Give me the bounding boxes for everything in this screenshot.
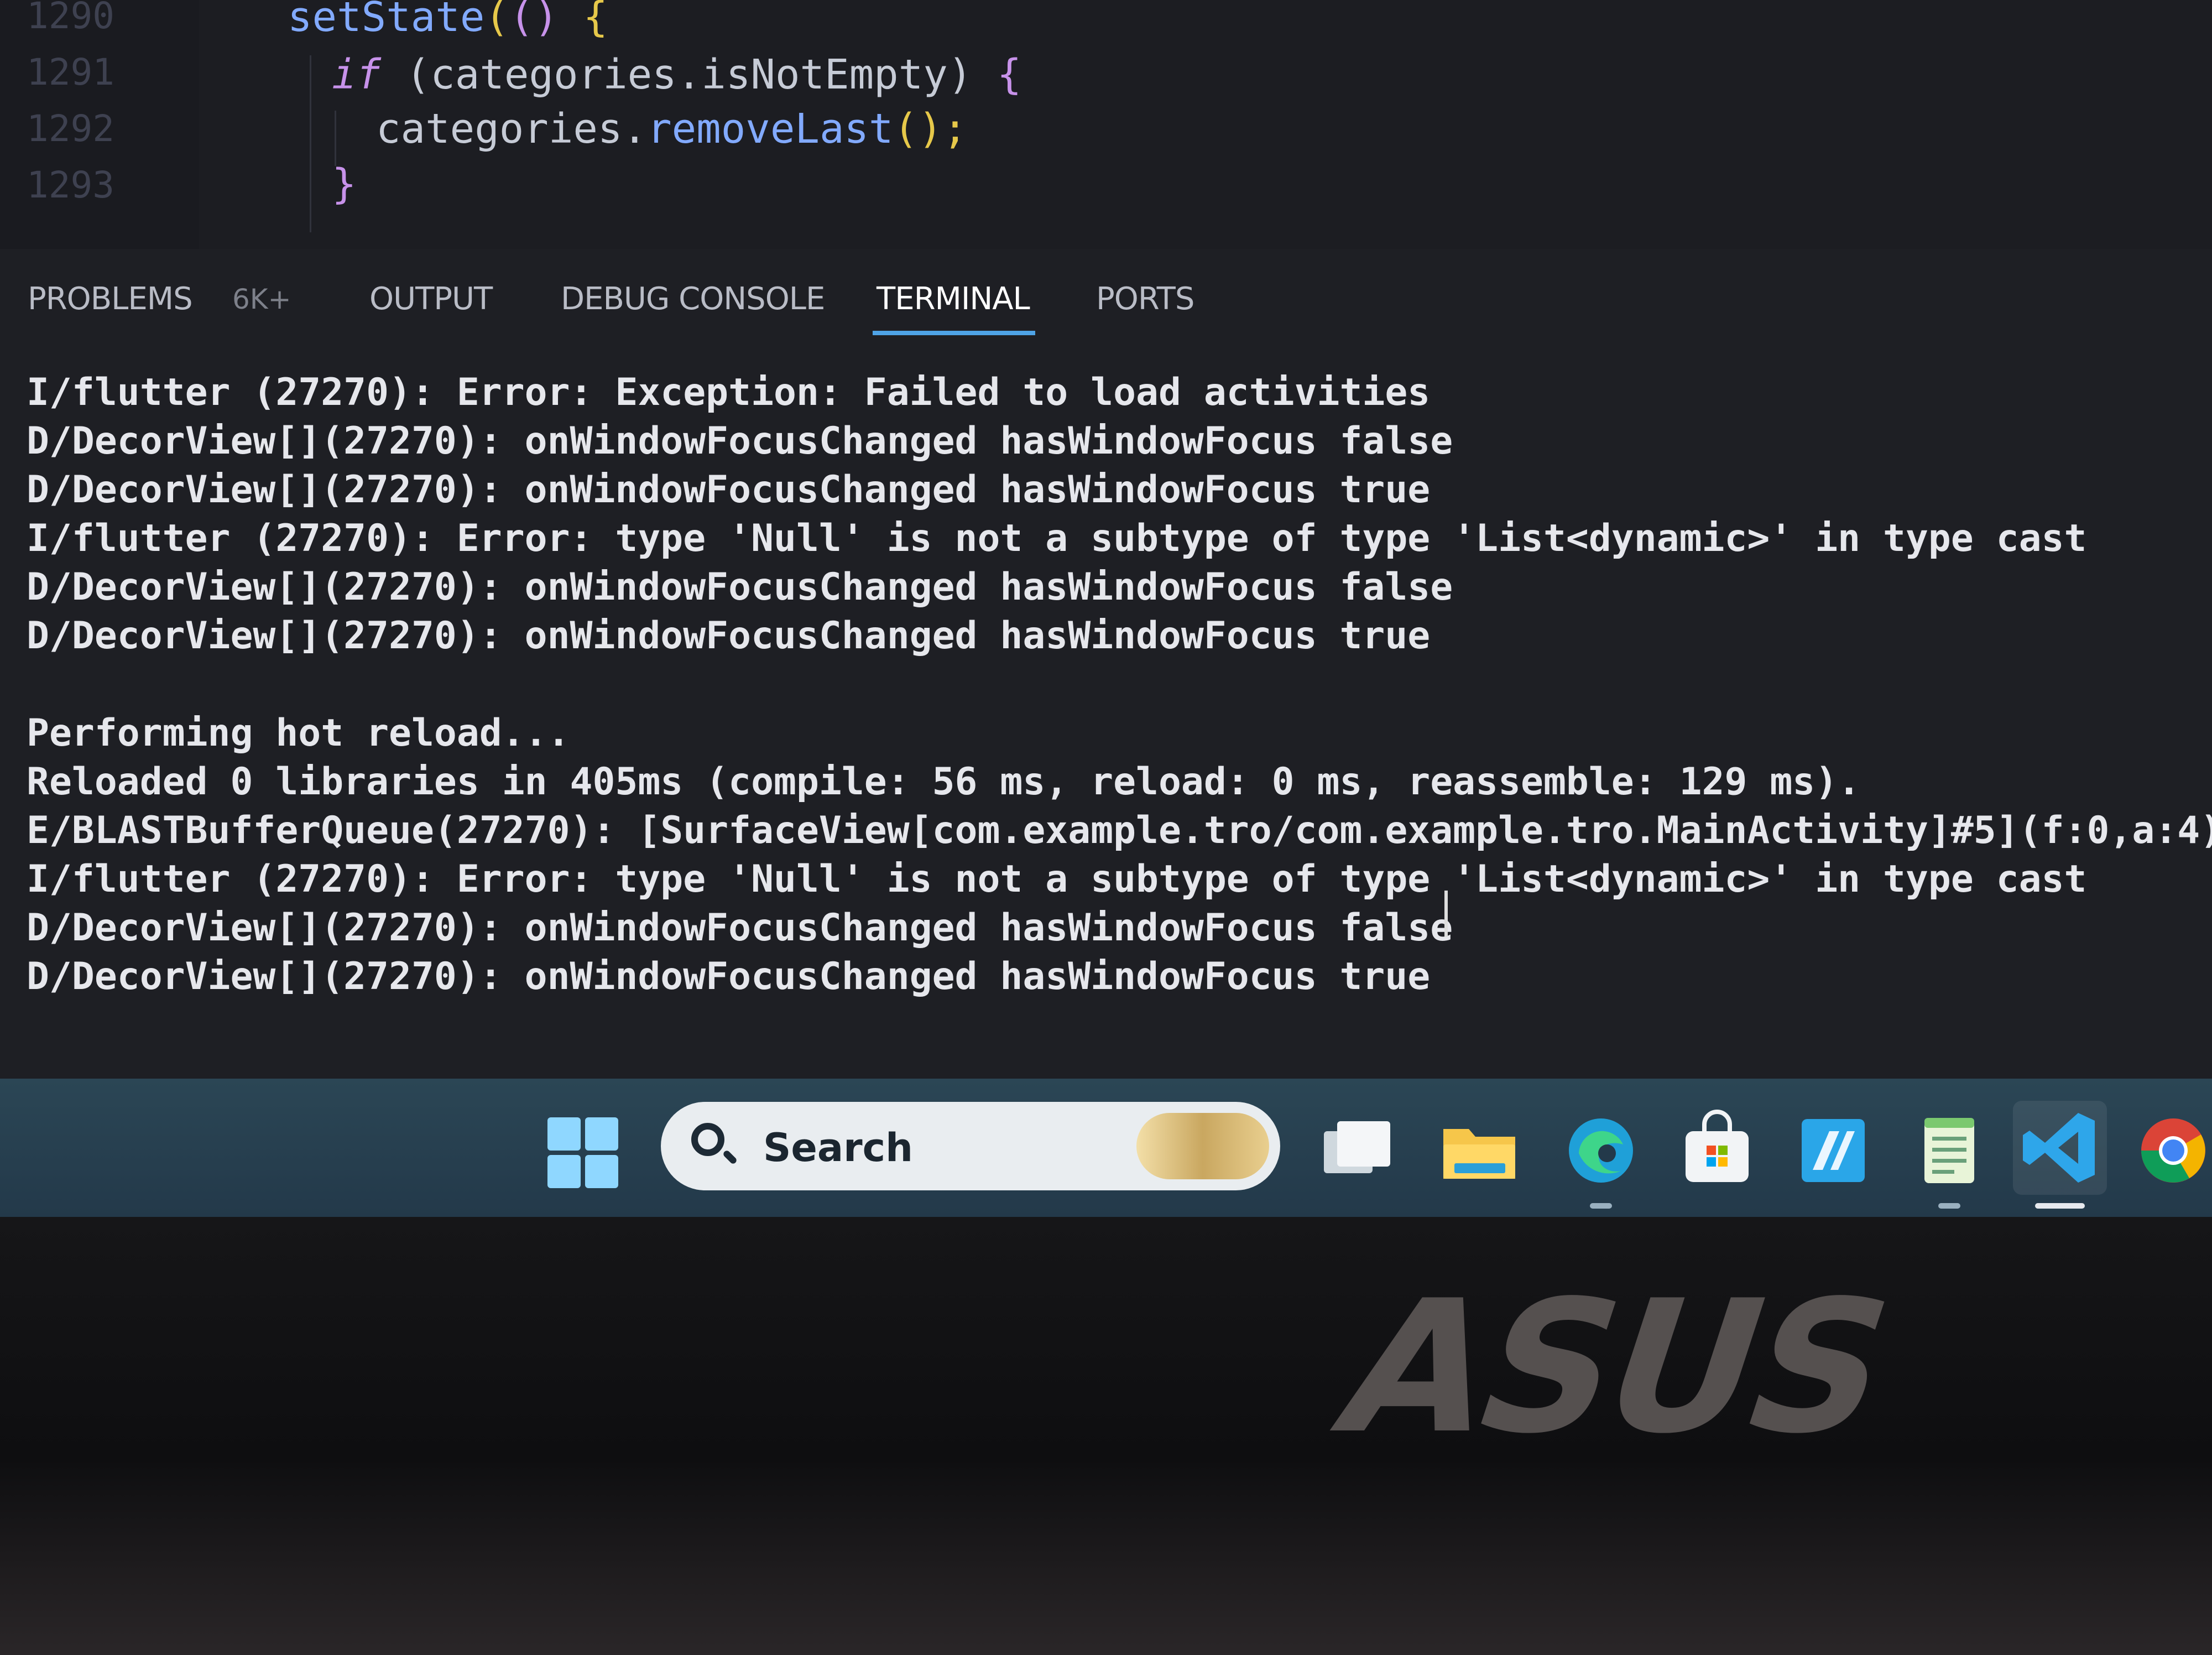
search-label: Search: [763, 1125, 913, 1170]
code-line[interactable]: categories.removeLast();: [376, 105, 967, 153]
active-indicator: [2035, 1203, 2085, 1209]
edge-icon[interactable]: [1559, 1109, 1642, 1192]
terminal-line: D/DecorView[](27270): onWindowFocusChang…: [27, 419, 1453, 463]
search-highlight-image: [1136, 1113, 1269, 1179]
terminal-line: D/DecorView[](27270): onWindowFocusChang…: [27, 955, 1431, 998]
terminal-line: D/DecorView[](27270): onWindowFocusChang…: [27, 565, 1453, 609]
terminal-line: D/DecorView[](27270): onWindowFocusChang…: [27, 614, 1431, 658]
running-indicator: [1590, 1203, 1612, 1209]
file-explorer-icon[interactable]: [1438, 1109, 1521, 1192]
notepad-icon[interactable]: [1908, 1109, 1991, 1192]
bottom-panel: PROBLEMS 6K+ OUTPUT DEBUG CONSOLE TERMIN…: [0, 249, 2212, 1079]
tab-ports[interactable]: PORTS: [1096, 281, 1194, 317]
text-cursor: [1444, 891, 1448, 937]
code-token: if: [332, 51, 382, 98]
line-number: 1292: [27, 107, 114, 150]
indent-guide: [335, 111, 336, 166]
terminal-line: I/flutter (27270): Error: Exception: Fai…: [27, 371, 1431, 414]
code-token: ();: [893, 105, 968, 153]
tab-output[interactable]: OUTPUT: [369, 281, 493, 317]
code-line[interactable]: if (categories.isNotEmpty) {: [332, 51, 1021, 98]
code-token: (): [509, 0, 559, 41]
tab-debug-console[interactable]: DEBUG CONSOLE: [561, 281, 825, 317]
tab-problems[interactable]: PROBLEMS: [28, 281, 193, 317]
running-indicator: [1938, 1203, 1960, 1209]
code-token: (: [484, 0, 509, 41]
code-token: removeLast: [647, 105, 894, 153]
line-number-gutter: 1290 1291 1292 1293: [0, 0, 199, 249]
code-editor[interactable]: 1290 1291 1292 1293 setState(() { if (ca…: [0, 0, 2212, 249]
terminal-output[interactable]: I/flutter (27270): Error: Exception: Fai…: [0, 354, 2212, 1051]
terminal-line: D/DecorView[](27270): onWindowFocusChang…: [27, 906, 1453, 950]
terminal-line: Performing hot reload...: [27, 711, 570, 755]
vscode-icon[interactable]: [2013, 1101, 2107, 1195]
line-number: 1291: [27, 51, 114, 93]
code-line[interactable]: setState(() {: [288, 0, 608, 41]
app-icon[interactable]: [1792, 1109, 1875, 1192]
terminal-line: D/DecorView[](27270): onWindowFocusChang…: [27, 468, 1431, 512]
code-token: }: [332, 160, 357, 208]
store-icon[interactable]: [1676, 1109, 1759, 1192]
chrome-icon[interactable]: [2132, 1109, 2212, 1192]
code-token: {: [997, 51, 1022, 98]
active-tab-indicator: [873, 331, 1035, 335]
line-number: 1293: [27, 164, 114, 206]
task-view-icon[interactable]: [1316, 1109, 1399, 1192]
taskbar-search-box[interactable]: Search: [661, 1102, 1280, 1190]
panel-tabs: PROBLEMS 6K+ OUTPUT DEBUG CONSOLE TERMIN…: [0, 249, 2212, 343]
brand-logo: ASUS: [1314, 1261, 1914, 1474]
code-token: categories.: [376, 105, 648, 153]
terminal-line: I/flutter (27270): Error: type 'Null' is…: [27, 857, 2087, 901]
code-line[interactable]: }: [332, 160, 357, 208]
tab-terminal[interactable]: TERMINAL: [877, 281, 1030, 317]
taskbar: Search: [0, 1079, 2212, 1217]
terminal-line: E/BLASTBufferQueue(27270): [SurfaceView[…: [27, 809, 2212, 852]
search-icon: [691, 1123, 724, 1156]
code-token: {: [559, 0, 608, 41]
line-number: 1290: [27, 0, 114, 37]
code-token: setState: [288, 0, 485, 41]
terminal-line: I/flutter (27270): Error: type 'Null' is…: [27, 517, 2087, 560]
indent-guide: [310, 55, 311, 232]
problems-count-badge: 6K+: [232, 283, 291, 315]
windows-start-icon[interactable]: [547, 1117, 619, 1189]
terminal-line: Reloaded 0 libraries in 405ms (compile: …: [27, 760, 1861, 804]
code-token: (categories.isNotEmpty): [381, 51, 997, 98]
